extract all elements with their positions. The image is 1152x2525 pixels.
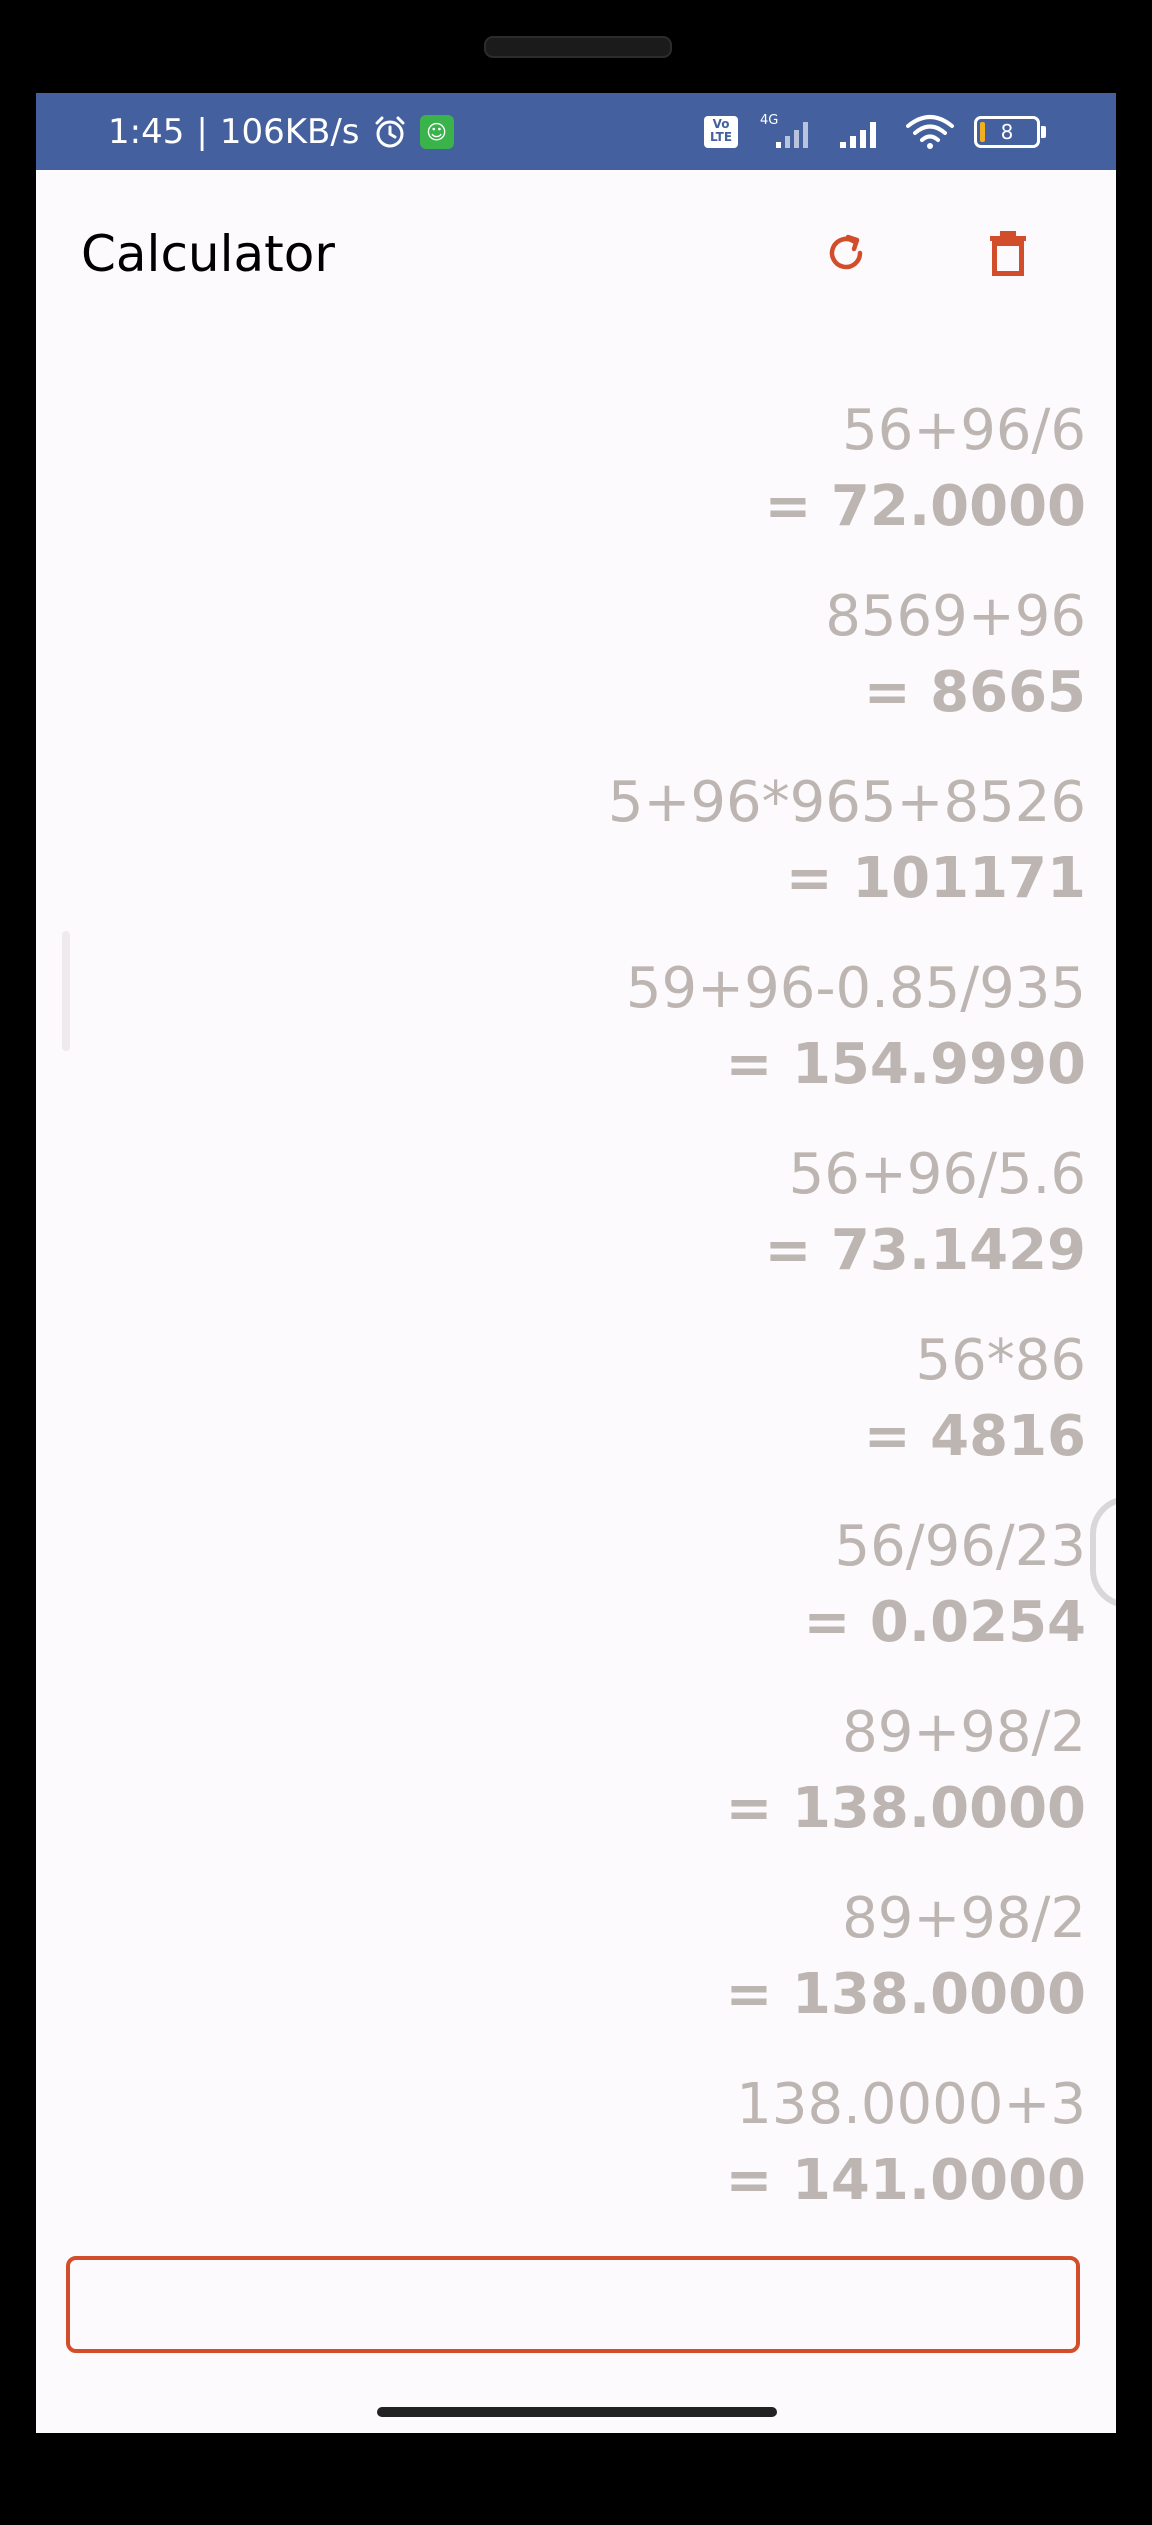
battery-fill — [980, 121, 985, 142]
status-separator: | — [196, 111, 208, 152]
status-network-speed: 106KB/s — [219, 111, 360, 152]
home-indicator[interactable] — [377, 2407, 777, 2417]
refresh-button[interactable] — [816, 225, 876, 285]
network-type-label: 4G — [760, 113, 778, 128]
battery-icon: 8 — [974, 115, 1046, 148]
history-result: = 141.0000 — [725, 2148, 1086, 2213]
history-item[interactable]: 56/96/23 = 0.0254 — [36, 1509, 1086, 1695]
history-item[interactable]: 5+96*965+8526 = 101171 — [36, 765, 1086, 951]
battery-level: 8 — [1000, 119, 1014, 144]
refresh-icon — [824, 231, 868, 279]
screen: 1:45 | 106KB/s ☺ Vo LTE 4G 8 Calculator … — [36, 93, 1116, 2433]
app-bar: Calculator — [36, 170, 1116, 330]
history-result: = 138.0000 — [725, 1962, 1086, 2027]
phone-frame: 1:45 | 106KB/s ☺ Vo LTE 4G 8 Calculator … — [0, 0, 1152, 2525]
signal-icon — [838, 114, 886, 150]
history-result: = 4816 — [863, 1404, 1086, 1469]
history-item[interactable]: 8569+96 = 8665 — [36, 579, 1086, 765]
history-expression: 56+96/6 — [842, 398, 1086, 463]
history-item[interactable]: 138.0000+3 = 141.0000 — [36, 2067, 1086, 2253]
history-result: = 73.1429 — [764, 1218, 1086, 1283]
history-expression: 56*86 — [915, 1328, 1086, 1393]
history-item[interactable]: 59+96-0.85/935 = 154.9990 — [36, 951, 1086, 1137]
history-item[interactable]: 56+96/5.6 = 73.1429 — [36, 1137, 1086, 1323]
history-expression: 59+96-0.85/935 — [625, 956, 1086, 1021]
signal-4g-icon: 4G — [756, 112, 820, 152]
app-notification-icon: ☺ — [419, 114, 454, 149]
delete-history-button[interactable] — [978, 225, 1038, 285]
earpiece-speaker — [484, 36, 672, 58]
history-result: = 72.0000 — [764, 474, 1086, 539]
app-title: Calculator — [81, 225, 335, 283]
history-expression: 5+96*965+8526 — [607, 770, 1086, 835]
edge-swipe-handle[interactable] — [1090, 1496, 1116, 1608]
history-item[interactable]: 56*86 = 4816 — [36, 1323, 1086, 1509]
history-item[interactable]: 89+98/2 = 138.0000 — [36, 1695, 1086, 1881]
history-expression: 8569+96 — [825, 584, 1086, 649]
wifi-icon — [904, 112, 956, 152]
volte-icon: Vo LTE — [704, 115, 738, 148]
trash-icon — [988, 229, 1028, 281]
status-time: 1:45 — [108, 111, 185, 152]
history-result: = 8665 — [863, 660, 1086, 725]
history-item[interactable]: 89+98/2 = 138.0000 — [36, 1881, 1086, 2067]
history-result: = 154.9990 — [725, 1032, 1086, 1097]
history-expression: 89+98/2 — [842, 1700, 1086, 1765]
history-expression: 56/96/23 — [834, 1514, 1086, 1579]
status-left: 1:45 | 106KB/s ☺ — [108, 93, 454, 170]
history-expression: 89+98/2 — [842, 1886, 1086, 1951]
status-bar: 1:45 | 106KB/s ☺ Vo LTE 4G 8 — [36, 93, 1116, 170]
expression-input[interactable] — [66, 2256, 1080, 2353]
history-result: = 138.0000 — [725, 1776, 1086, 1841]
alarm-icon — [372, 114, 408, 150]
history-expression: 56+96/5.6 — [788, 1142, 1086, 1207]
scroll-indicator — [62, 931, 70, 1051]
history-item[interactable]: 56+96/6 = 72.0000 — [36, 393, 1086, 579]
history-expression: 138.0000+3 — [736, 2072, 1086, 2137]
status-right: Vo LTE 4G 8 — [704, 93, 1046, 170]
history-result: = 0.0254 — [803, 1590, 1086, 1655]
history-list: 56+96/6 = 72.0000 8569+96 = 8665 5+96*965+85… — [36, 393, 1086, 2253]
history-result: = 101171 — [785, 846, 1086, 911]
